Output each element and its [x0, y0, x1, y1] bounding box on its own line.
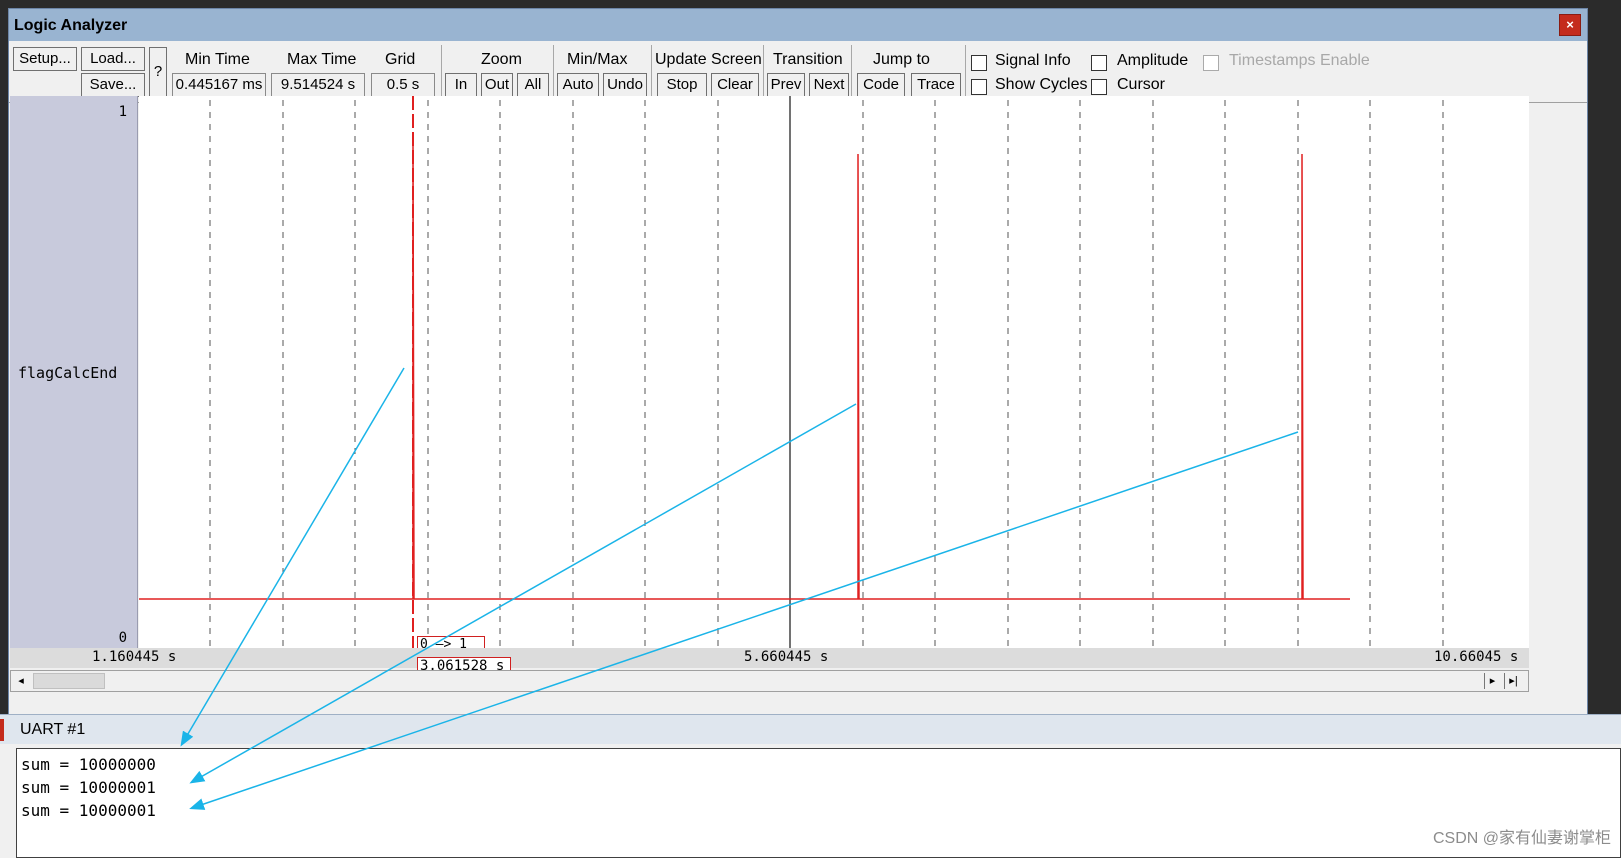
- update-clear-button[interactable]: Clear: [711, 73, 759, 97]
- uart-title[interactable]: UART #1: [20, 721, 85, 739]
- horizontal-scrollbar[interactable]: ◂ ▸ ▸|: [10, 670, 1529, 692]
- uart-line: sum = 10000001: [21, 801, 156, 820]
- waveform-svg: [139, 96, 1444, 648]
- window-title: Logic Analyzer: [14, 17, 128, 34]
- signal-name-panel[interactable]: 1 flagCalcEnd 0: [10, 96, 138, 668]
- min-time-label: Min Time: [185, 51, 250, 68]
- y-axis-min: 0: [118, 630, 127, 646]
- amplitude-label: Amplitude: [1117, 52, 1189, 69]
- transition-label: Transition: [773, 51, 843, 68]
- uart-output[interactable]: sum = 10000000 sum = 10000001 sum = 1000…: [16, 748, 1621, 858]
- toolbar-separator: [441, 45, 442, 101]
- zoom-all-button[interactable]: All: [517, 73, 549, 97]
- uart-panel-header: UART #1: [0, 714, 1621, 744]
- jump-to-label: Jump to: [873, 51, 930, 68]
- scroll-end-icon[interactable]: ▸|: [1504, 673, 1522, 689]
- show-cycles-checkbox[interactable]: [971, 79, 987, 95]
- grid-label: Grid: [385, 51, 416, 68]
- max-time-label: Max Time: [287, 51, 357, 68]
- minmax-undo-button[interactable]: Undo: [603, 73, 647, 97]
- toolbar: Setup... Load... Save... ? Min Time 0.44…: [9, 43, 1587, 103]
- uart-line: sum = 10000000: [21, 755, 156, 774]
- minmax-label: Min/Max: [567, 51, 628, 68]
- grid-value: 0.5 s: [371, 73, 435, 97]
- max-time-value: 9.514524 s: [271, 73, 365, 97]
- y-axis-max: 1: [118, 104, 127, 120]
- zoom-label: Zoom: [481, 51, 522, 68]
- update-stop-button[interactable]: Stop: [657, 73, 707, 97]
- window-titlebar[interactable]: Logic Analyzer ×: [9, 9, 1587, 41]
- cursor-label: Cursor: [1117, 76, 1166, 93]
- jump-trace-button[interactable]: Trace: [911, 73, 961, 97]
- watermark: CSDN @家有仙妻谢掌柜: [1432, 830, 1611, 847]
- uart-line: sum = 10000001: [21, 778, 156, 797]
- setup-button[interactable]: Setup...: [13, 47, 77, 71]
- toolbar-separator: [763, 45, 764, 101]
- jump-code-button[interactable]: Code: [857, 73, 905, 97]
- time-axis-end: 10.66045 s: [1434, 649, 1519, 665]
- toolbar-separator: [553, 45, 554, 101]
- time-axis-mid: 5.660445 s: [744, 649, 829, 665]
- timestamps-enable-checkbox: [1203, 55, 1219, 71]
- cursor-checkbox[interactable]: [1091, 79, 1107, 95]
- scroll-left-icon[interactable]: ◂: [13, 673, 29, 689]
- zoom-in-button[interactable]: In: [445, 73, 477, 97]
- transition-prev-button[interactable]: Prev: [767, 73, 805, 97]
- time-axis-start: 1.160445 s: [92, 649, 177, 665]
- uart-panel-marker: [0, 719, 4, 741]
- update-screen-label: Update Screen: [655, 51, 762, 68]
- transition-next-button[interactable]: Next: [809, 73, 849, 97]
- close-button[interactable]: ×: [1559, 14, 1581, 36]
- help-button[interactable]: ?: [149, 47, 167, 97]
- signal-info-checkbox[interactable]: [971, 55, 987, 71]
- min-time-value: 0.445167 ms: [172, 73, 266, 97]
- minmax-auto-button[interactable]: Auto: [557, 73, 599, 97]
- uart-console: sum = 10000000 sum = 10000001 sum = 1000…: [0, 744, 1621, 858]
- waveform-plot[interactable]: [139, 96, 1529, 648]
- signal-info-label: Signal Info: [995, 52, 1071, 69]
- time-axis: 1.160445 s 5.660445 s 10.66045 s: [10, 648, 1529, 668]
- timestamps-enable-label: Timestamps Enable: [1229, 52, 1370, 69]
- scroll-thumb[interactable]: [33, 673, 105, 689]
- zoom-out-button[interactable]: Out: [481, 73, 513, 97]
- show-cycles-label: Show Cycles: [995, 76, 1088, 93]
- signal-name[interactable]: flagCalcEnd: [18, 364, 117, 382]
- flag-calc-end-waveform: [139, 145, 1350, 600]
- toolbar-separator: [651, 45, 652, 101]
- save-button[interactable]: Save...: [81, 73, 145, 97]
- toolbar-separator: [851, 45, 852, 101]
- toolbar-separator: [965, 45, 966, 101]
- vertical-grid: [209, 100, 1444, 648]
- amplitude-checkbox[interactable]: [1091, 55, 1107, 71]
- scroll-right-icon[interactable]: ▸: [1484, 673, 1500, 689]
- load-button[interactable]: Load...: [81, 47, 145, 71]
